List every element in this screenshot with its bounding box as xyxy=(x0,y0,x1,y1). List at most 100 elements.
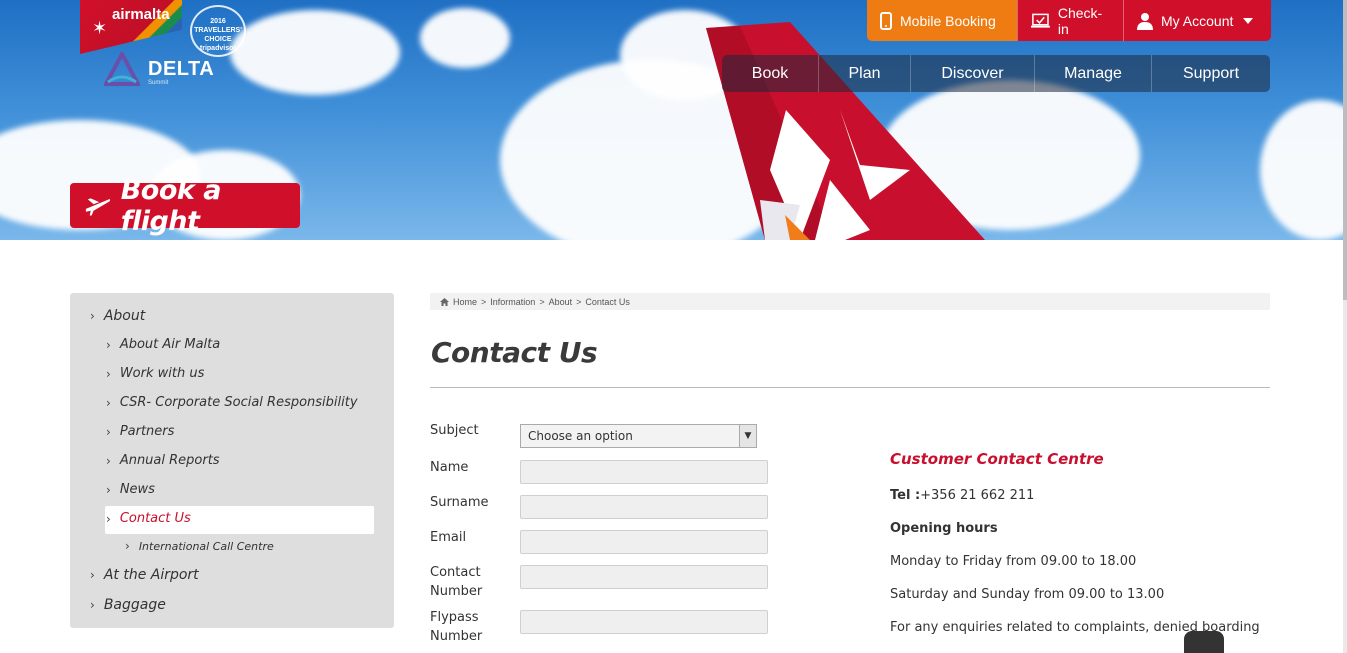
utility-nav: Mobile Booking Check-in My Account xyxy=(867,0,1271,41)
breadcrumb: Home > Information > About > Contact Us xyxy=(430,293,1270,310)
my-account-label: My Account xyxy=(1161,12,1234,29)
sidebar-item-about-air-malta[interactable]: › About Air Malta xyxy=(106,337,220,352)
contact-number-input[interactable] xyxy=(520,565,768,589)
sidebar-item-news[interactable]: › News xyxy=(106,482,155,497)
user-icon xyxy=(1137,12,1153,30)
breadcrumb-home[interactable]: Home xyxy=(453,297,477,307)
contact-number-label: Contact Number xyxy=(430,563,482,601)
telephone-line: Tel :+356 21 662 211 xyxy=(890,488,1034,503)
sidebar-item-baggage[interactable]: › Baggage xyxy=(90,597,166,613)
chevron-right-icon: › xyxy=(90,309,95,323)
telephone-value: +356 21 662 211 xyxy=(920,488,1035,503)
caret-down-icon xyxy=(1243,17,1254,24)
tripadvisor-badge: 2016 TRAVELLERS' CHOICE tripadvisor xyxy=(190,5,246,57)
tripadvisor-line1: TRAVELLERS' xyxy=(194,27,242,34)
chevron-right-icon: › xyxy=(90,598,95,612)
flypass-number-label-line2: Number xyxy=(430,629,483,644)
check-in-button[interactable]: Check-in xyxy=(1017,0,1123,41)
nav-book[interactable]: Book xyxy=(722,55,818,92)
maltese-cross-icon: ✶ xyxy=(92,18,108,39)
sidebar-item-at-the-airport[interactable]: › At the Airport xyxy=(90,567,199,583)
chevron-right-icon: › xyxy=(106,424,111,439)
sidebar-item-label: About Air Malta xyxy=(119,337,221,352)
mobile-booking-label: Mobile Booking xyxy=(900,12,996,29)
book-a-flight-button[interactable]: Book a flight xyxy=(70,175,300,237)
chevron-right-icon: › xyxy=(106,511,111,526)
book-a-flight-label: Book a flight xyxy=(120,174,222,237)
sidebar-item-label: At the Airport xyxy=(103,567,199,583)
sidebar-item-label: Baggage xyxy=(103,597,166,613)
page-scrollbar[interactable] xyxy=(1343,0,1347,653)
chevron-right-icon: › xyxy=(106,337,111,352)
sidebar-item-partners[interactable]: › Partners xyxy=(106,424,174,439)
tripadvisor-line3: tripadvisor xyxy=(199,45,237,52)
scrollbar-thumb[interactable] xyxy=(1343,0,1347,300)
chevron-right-icon: › xyxy=(106,395,111,410)
main-nav: Book Plan Discover Manage Support xyxy=(722,55,1270,92)
tripadvisor-year: 2016 xyxy=(210,18,226,25)
tripadvisor-line2: CHOICE xyxy=(204,36,232,43)
sidebar-item-label: CSR- Corporate Social Responsibility xyxy=(119,395,358,410)
nav-discover[interactable]: Discover xyxy=(910,55,1034,92)
breadcrumb-current: Contact Us xyxy=(585,296,630,307)
breadcrumb-about[interactable]: About xyxy=(549,297,573,307)
sidebar-item-csr[interactable]: › CSR- Corporate Social Responsibility xyxy=(106,395,358,410)
chevron-right-icon: › xyxy=(125,539,130,553)
sidebar-item-label: Contact Us xyxy=(119,511,191,526)
mobile-booking-button[interactable]: Mobile Booking xyxy=(867,0,1017,41)
airmalta-logo-text: airmalta xyxy=(112,6,170,23)
sidebar-item-label: Annual Reports xyxy=(119,453,220,468)
sidebar-item-international-call-centre[interactable]: › International Call Centre xyxy=(125,539,274,553)
laptop-check-icon xyxy=(1031,13,1050,28)
sidebar-item-label: Partners xyxy=(119,424,175,439)
name-input[interactable] xyxy=(520,460,768,484)
sidebar-nav: › About › About Air Malta › Work with us… xyxy=(70,293,394,628)
chevron-right-icon: › xyxy=(90,568,95,582)
flypass-number-input[interactable] xyxy=(520,610,768,634)
check-in-label: Check-in xyxy=(1057,4,1103,37)
sidebar-item-label: About xyxy=(103,308,146,324)
nav-support[interactable]: Support xyxy=(1151,55,1270,92)
flypass-number-label-line1: Flypass xyxy=(430,610,479,625)
subject-select-value: Choose an option xyxy=(528,429,633,443)
surname-label: Surname xyxy=(430,495,489,510)
sidebar-item-contact-us[interactable]: › Contact Us xyxy=(106,511,191,526)
subject-label: Subject xyxy=(430,423,479,438)
weekend-hours: Saturday and Sunday from 09.00 to 13.00 xyxy=(890,587,1165,602)
weekday-hours: Monday to Friday from 09.00 to 18.00 xyxy=(890,554,1137,569)
plane-icon xyxy=(85,197,111,216)
nav-manage[interactable]: Manage xyxy=(1034,55,1151,92)
sidebar-item-work-with-us[interactable]: › Work with us xyxy=(106,366,204,381)
breadcrumb-information[interactable]: Information xyxy=(490,297,535,307)
email-input[interactable] xyxy=(520,530,768,554)
subject-select[interactable]: Choose an option ▼ xyxy=(520,424,757,448)
delta-logo-text: DELTA xyxy=(148,58,215,80)
contact-number-label-line1: Contact xyxy=(430,565,481,580)
sidebar-item-annual-reports[interactable]: › Annual Reports xyxy=(106,453,220,468)
name-label: Name xyxy=(430,460,469,475)
contact-number-label-line2: Number xyxy=(430,584,483,599)
sidebar-item-label: International Call Centre xyxy=(138,539,274,553)
opening-hours-heading: Opening hours xyxy=(890,521,998,536)
opening-hours-heading-text: Opening hours xyxy=(890,521,998,536)
surname-input[interactable] xyxy=(520,495,768,519)
breadcrumb-separator: > xyxy=(539,296,545,307)
breadcrumb-separator: > xyxy=(481,296,487,307)
flypass-number-label: Flypass Number xyxy=(430,608,482,646)
hero-banner: ✶ airmalta 2016 TRAVELLERS' CHOICE tripa… xyxy=(0,0,1347,240)
email-label: Email xyxy=(430,530,467,545)
customer-contact-centre-heading: Customer Contact Centre xyxy=(890,450,1104,468)
chevron-right-icon: › xyxy=(106,482,111,497)
nav-plan[interactable]: Plan xyxy=(818,55,910,92)
my-account-button[interactable]: My Account xyxy=(1123,0,1271,41)
page-title: Contact Us xyxy=(431,336,598,369)
chevron-down-icon[interactable]: ▼ xyxy=(739,425,756,447)
home-icon xyxy=(440,297,449,306)
phone-icon xyxy=(880,11,892,30)
telephone-label: Tel : xyxy=(890,488,921,503)
sidebar-item-label: Work with us xyxy=(119,366,205,381)
scroll-to-top-button[interactable] xyxy=(1184,631,1224,653)
sidebar-item-about[interactable]: › About xyxy=(90,308,145,324)
title-divider xyxy=(430,387,1270,388)
delta-logo-subtext: Summit xyxy=(148,80,169,86)
